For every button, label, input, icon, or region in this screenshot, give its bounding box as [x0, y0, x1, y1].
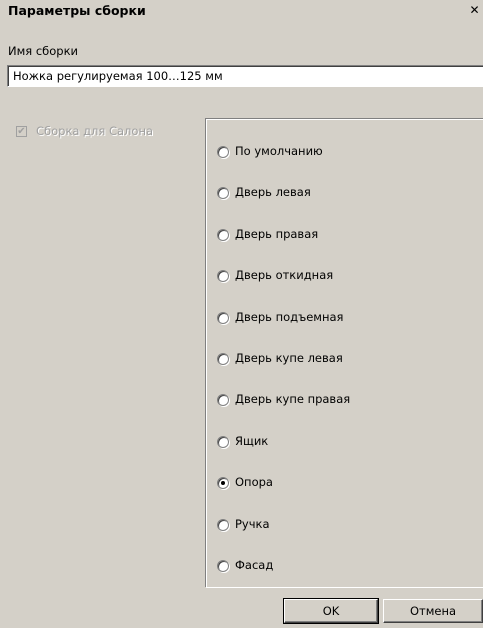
dialog-title: Параметры сборки — [8, 3, 146, 18]
radio-option-label: Опора — [235, 475, 273, 489]
radio-option-label: Дверь подъемная — [235, 310, 344, 324]
radio-option-label: Ручка — [235, 517, 270, 531]
ok-button[interactable]: OK — [283, 598, 379, 624]
radio-unselected-icon — [217, 270, 229, 282]
title-bar[interactable]: Параметры сборки ✕ — [0, 0, 483, 22]
radio-option-label: Фасад — [235, 558, 274, 572]
radio-option-label: Дверь купе левая — [235, 351, 343, 365]
radio-unselected-icon — [217, 229, 229, 241]
salon-assembly-label: Сборка для Салона — [36, 124, 154, 138]
radio-dot-icon — [221, 481, 225, 485]
assembly-name-label: Имя сборки — [8, 44, 79, 58]
radio-option-label: Ящик — [235, 434, 269, 448]
radio-unselected-icon — [217, 146, 229, 158]
radio-unselected-icon — [217, 560, 229, 572]
radio-unselected-icon — [217, 394, 229, 406]
radio-unselected-icon — [217, 187, 229, 199]
radio-unselected-icon — [217, 519, 229, 531]
radio-option-label: Дверь купе правая — [235, 392, 351, 406]
cancel-button[interactable]: Отмена — [383, 599, 483, 623]
radio-unselected-icon — [217, 436, 229, 448]
dialog-window: Параметры сборки ✕ Имя сборки Ножка регу… — [0, 0, 483, 628]
radio-unselected-icon — [217, 312, 229, 324]
assembly-name-input[interactable]: Ножка регулируемая 100…125 мм — [7, 65, 483, 87]
close-icon: ✕ — [469, 3, 480, 17]
radio-option-label: По умолчанию — [235, 144, 323, 158]
radio-selected-icon — [217, 477, 229, 489]
radio-option-label: Дверь правая — [235, 227, 319, 241]
radio-unselected-icon — [217, 353, 229, 365]
radio-option-label: Дверь откидная — [235, 268, 334, 282]
radio-option-label: Дверь левая — [235, 185, 311, 199]
checkmark-icon: ✔ — [16, 126, 27, 137]
close-button[interactable]: ✕ — [466, 2, 483, 19]
assembly-name-value: Ножка регулируемая 100…125 мм — [13, 69, 223, 83]
